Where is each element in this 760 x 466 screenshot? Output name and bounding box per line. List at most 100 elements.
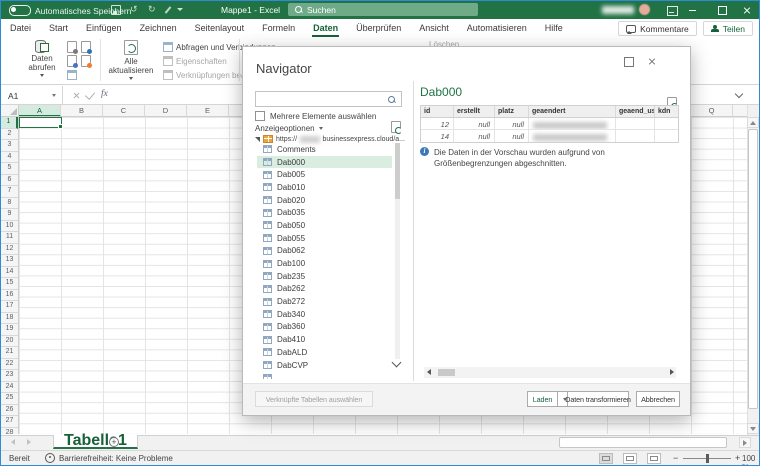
share-button[interactable]: Teilen [703,21,753,36]
fill-handle[interactable] [58,124,63,129]
search-box[interactable]: Suchen [288,3,478,16]
nav-item-dab055[interactable]: Dab055 [257,232,392,245]
prev-sheet-icon[interactable] [11,439,15,445]
nav-item-dab410[interactable]: Dab410 [257,333,392,346]
preview-scroll-right-icon[interactable] [670,369,674,375]
row-header-24[interactable]: 24 [1,382,18,394]
display-options-dropdown[interactable]: Anzeigeoptionen [255,124,323,133]
row-header-9[interactable]: 9 [1,209,18,221]
row-header-19[interactable]: 19 [1,324,18,336]
tab-hilfe[interactable]: Hilfe [536,19,572,37]
zoom-in-button[interactable]: + [735,453,740,463]
row-header-23[interactable]: 23 [1,370,18,382]
ink-caret-icon[interactable] [177,8,183,11]
nav-item-dab010[interactable]: Dab010 [257,181,392,194]
row-header-13[interactable]: 13 [1,255,18,267]
save-icon[interactable] [111,5,121,15]
row-header-5[interactable]: 5 [1,163,18,175]
row-header-8[interactable]: 8 [1,198,18,210]
multi-select-row[interactable]: Mehrere Elemente auswählen [255,111,376,121]
preview-column-kdn[interactable]: kdn [655,106,679,117]
dialog-close-icon[interactable] [648,57,656,65]
column-header-c[interactable]: C [103,105,145,117]
preview-scroll-thumb[interactable] [438,369,455,376]
zoom-slider-knob[interactable] [706,454,709,463]
add-sheet-button[interactable]: + [109,437,119,447]
tab-automatisieren[interactable]: Automatisieren [458,19,536,37]
page-layout-view-icon[interactable] [623,453,637,464]
selected-cell-a1[interactable] [19,117,62,128]
preview-column-erstellt[interactable]: erstellt [454,106,495,117]
from-web-icon[interactable] [81,41,91,53]
load-button[interactable]: Laden [527,391,558,407]
row-header-21[interactable]: 21 [1,347,18,359]
insert-function-icon[interactable]: fx [101,89,108,99]
existing-connections-icon[interactable] [67,70,77,80]
dialog-maximize-icon[interactable] [624,57,634,67]
redo-icon[interactable]: ↻ [148,4,156,14]
nav-item-dab005[interactable]: Dab005 [257,168,392,181]
row-header-16[interactable]: 16 [1,290,18,302]
nav-item-dab000[interactable]: Dab000 [257,156,392,169]
nav-item-dab262[interactable]: Dab262 [257,283,392,296]
row-header-25[interactable]: 25 [1,393,18,405]
navigator-search-input[interactable] [255,91,402,107]
column-header-b[interactable]: B [61,105,103,117]
close-button[interactable] [743,6,751,14]
cancel-button[interactable]: Abbrechen [636,391,680,407]
tab-daten[interactable]: Daten [304,19,347,37]
name-box[interactable]: A1 [1,86,63,105]
column-header-d[interactable]: D [145,105,187,117]
tab-datei[interactable]: Datei [1,19,40,37]
from-table-icon[interactable] [67,55,77,67]
tab-seitenlayout[interactable]: Seitenlayout [186,19,254,37]
accessibility-status[interactable]: Barrierefreiheit: Keine Probleme [59,454,173,463]
row-header-11[interactable]: 11 [1,232,18,244]
preview-column-geaendert[interactable]: geaendert [529,106,616,117]
nav-item-dab062[interactable]: Dab062 [257,245,392,258]
row-header-28[interactable]: 28 [1,428,18,435]
horizontal-scroll-thumb[interactable] [559,437,727,448]
source-url-node[interactable]: https://businessexpress.cloud/a... [255,135,405,143]
tab-einfügen[interactable]: Einfügen [77,19,131,37]
tab-ansicht[interactable]: Ansicht [410,19,458,37]
cancel-entry-icon[interactable] [73,91,80,98]
tab-formeln[interactable]: Formeln [253,19,304,37]
ink-pen-icon[interactable] [165,6,172,13]
row-header-6[interactable]: 6 [1,175,18,187]
next-sheet-icon[interactable] [27,439,31,445]
row-header-26[interactable]: 26 [1,405,18,417]
row-header-15[interactable]: 15 [1,278,18,290]
recent-sources-icon[interactable] [81,55,91,67]
preview-column-geaend_usr[interactable]: geaend_usr [616,106,655,117]
row-header-20[interactable]: 20 [1,336,18,348]
preview-column-id[interactable]: id [421,106,454,117]
multi-select-checkbox[interactable] [255,111,265,121]
nav-item-dab235[interactable]: Dab235 [257,270,392,283]
transform-data-button[interactable]: Daten transformieren [567,391,629,407]
avatar[interactable] [639,4,650,15]
normal-view-icon[interactable] [599,453,613,464]
tab-zeichnen[interactable]: Zeichnen [131,19,186,37]
nav-item-dab050[interactable]: Dab050 [257,219,392,232]
minimize-button[interactable] [689,10,696,11]
nav-item-dab340[interactable]: Dab340 [257,308,392,321]
nav-item-dab272[interactable]: Dab272 [257,295,392,308]
nav-item-dab100[interactable]: Dab100 [257,257,392,270]
zoom-out-button[interactable]: − [673,453,678,463]
scroll-up-button[interactable] [747,117,759,128]
zoom-level[interactable]: 100 % [742,454,759,466]
row-header-2[interactable]: 2 [1,129,18,141]
column-header-a[interactable]: A [19,105,61,117]
row-header-22[interactable]: 22 [1,359,18,371]
scroll-down-button[interactable] [747,423,759,434]
refresh-all-button[interactable]: Alle aktualisieren [105,40,157,80]
column-header-q[interactable]: Q [691,105,733,117]
tab-start[interactable]: Start [40,19,77,37]
preview-column-platz[interactable]: platz [495,106,529,117]
column-header-e[interactable]: E [187,105,229,117]
row-header-7[interactable]: 7 [1,186,18,198]
nav-item-dabcvp[interactable]: DabCVP [257,359,392,372]
sheet-tab-tabelle1[interactable]: Tabelle1 [53,435,138,449]
scroll-right-button[interactable] [739,437,751,448]
